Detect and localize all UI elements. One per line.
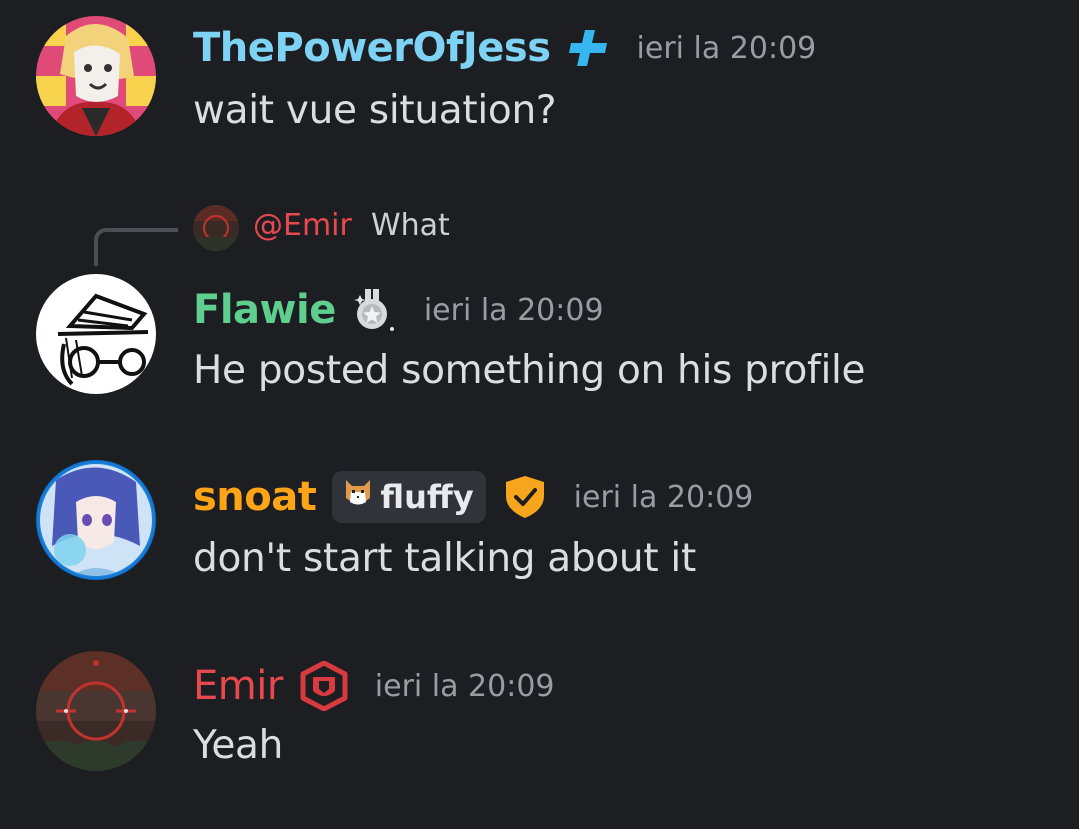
medal-icon[interactable] bbox=[352, 287, 398, 333]
username[interactable]: snoat bbox=[193, 474, 317, 520]
reply-preview[interactable]: @Emir What bbox=[0, 200, 1079, 266]
avatar[interactable] bbox=[36, 651, 156, 771]
plus-icon[interactable] bbox=[567, 26, 611, 70]
timestamp: ieri la 20:09 bbox=[423, 292, 604, 328]
guild-tag[interactable]: fluffy bbox=[332, 471, 486, 523]
message-text: wait vue situation? bbox=[193, 88, 557, 133]
guild-tag-label: fluffy bbox=[380, 478, 474, 516]
message-text: don't start talking about it bbox=[193, 536, 696, 581]
reply-text[interactable]: What bbox=[371, 208, 450, 243]
reply-avatar[interactable] bbox=[193, 205, 239, 251]
timestamp: ieri la 20:09 bbox=[636, 30, 817, 66]
reply-connector bbox=[94, 228, 178, 266]
timestamp: ieri la 20:09 bbox=[374, 668, 555, 704]
username[interactable]: Emir bbox=[193, 663, 283, 709]
avatar[interactable] bbox=[36, 460, 156, 580]
message-text: Yeah bbox=[193, 723, 284, 768]
message-text: He posted something on his profile bbox=[193, 348, 866, 393]
username[interactable]: ThePowerOfJess bbox=[193, 25, 551, 71]
hexagon-shield-icon[interactable] bbox=[299, 661, 349, 711]
avatar[interactable] bbox=[36, 274, 156, 394]
cat-icon bbox=[342, 478, 374, 516]
username[interactable]: Flawie bbox=[193, 287, 336, 333]
reply-mention[interactable]: @Emir bbox=[253, 208, 352, 243]
avatar[interactable] bbox=[36, 16, 156, 136]
shield-check-icon[interactable] bbox=[502, 474, 548, 520]
timestamp: ieri la 20:09 bbox=[573, 479, 754, 515]
